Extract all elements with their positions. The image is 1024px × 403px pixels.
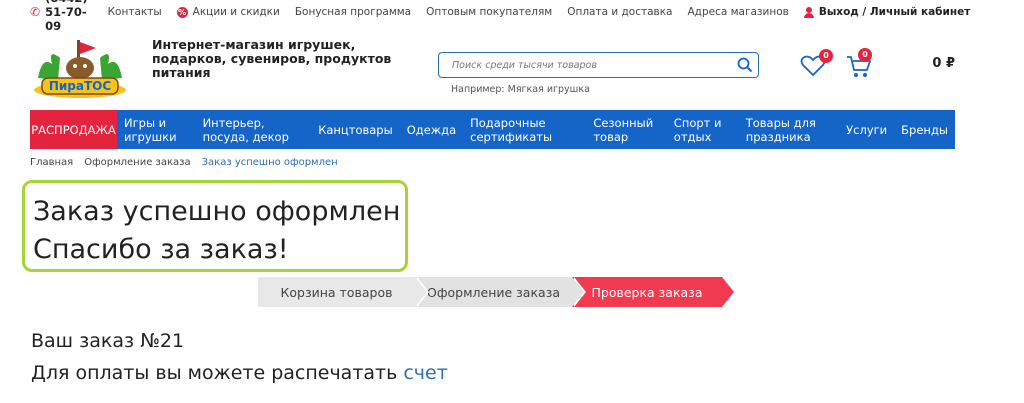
main-nav: РАСПРОДАЖА Игры и игрушки Интерьер, посу… <box>30 110 955 149</box>
logo-wordmark: ПираТОС <box>49 79 112 93</box>
login-label: Выход / Личный кабинет <box>818 6 971 18</box>
cart-count-badge: 0 <box>858 48 872 62</box>
search-example: Например: Мягкая игрушка <box>451 84 590 95</box>
search-input[interactable] <box>439 54 732 76</box>
phone-icon: ✆ <box>30 5 41 19</box>
nav-item-services[interactable]: Услуги <box>839 110 894 149</box>
cart-button[interactable]: 0 <box>845 48 875 80</box>
favorites-button[interactable]: 0 <box>800 49 833 80</box>
link-wholesale[interactable]: Оптовым покупателям <box>426 6 552 18</box>
nav-item-games-toys[interactable]: Игры и игрушки <box>117 110 196 149</box>
nav-item-stationery[interactable]: Канцтовары <box>311 110 400 149</box>
order-success-box: Заказ успешно оформлен Спасибо за заказ! <box>22 180 408 272</box>
step-checkout[interactable]: Оформление заказа <box>415 277 586 307</box>
percent-icon: % <box>176 6 188 18</box>
top-links: Контакты % Акции и скидки Бонусная програ… <box>108 6 804 18</box>
nav-item-sport[interactable]: Спорт и отдых <box>667 110 739 149</box>
nav-item-interior[interactable]: Интерьер, посуда, декор <box>196 110 312 149</box>
search-bar <box>438 52 759 78</box>
step-review-label: Проверка заказа <box>591 284 703 300</box>
link-bonus-program[interactable]: Бонусная программа <box>295 6 411 18</box>
nav-item-gift-certificates[interactable]: Подарочные сертификаты <box>463 110 586 149</box>
phone-number[interactable]: ✆ (8442) 51-70-09 <box>30 0 88 33</box>
step-cart-label: Корзина товаров <box>280 284 393 300</box>
link-promotions-label: Акции и скидки <box>192 6 280 18</box>
nav-item-seasonal[interactable]: Сезонный товар <box>586 110 666 149</box>
favorites-count-badge: 0 <box>819 49 833 63</box>
top-bar: ✆ (8442) 51-70-09 Контакты % Акции и скид… <box>30 0 970 33</box>
link-payment-label: Оплата и доставка <box>567 6 673 18</box>
link-store-addresses[interactable]: Адреса магазинов <box>688 6 789 18</box>
breadcrumb-checkout[interactable]: Оформление заказа <box>84 157 190 168</box>
logout-account-link[interactable]: Выход / Личный кабинет <box>803 6 971 18</box>
nav-item-brands[interactable]: Бренды <box>894 110 955 149</box>
breadcrumb-home[interactable]: Главная <box>30 157 73 168</box>
step-review-active: Проверка заказа <box>572 277 734 307</box>
step-cart[interactable]: Корзина товаров <box>258 277 429 307</box>
link-contacts-label: Контакты <box>107 6 162 18</box>
link-addresses-label: Адреса магазинов <box>687 6 789 18</box>
order-number: Ваш заказ №21 <box>31 330 185 352</box>
search-button[interactable] <box>732 53 758 77</box>
nav-item-clothing[interactable]: Одежда <box>400 110 463 149</box>
cart-total[interactable]: 0 ₽ <box>920 56 955 71</box>
payment-info: Для оплаты вы можете распечатать счет <box>31 362 448 384</box>
phone-text: (8442) 51-70-09 <box>45 0 88 33</box>
page-title: Заказ успешно оформлен <box>33 196 401 227</box>
nav-item-party-goods[interactable]: Товары для праздника <box>739 110 839 149</box>
thank-you-message: Спасибо за заказ! <box>33 234 289 265</box>
logo-icon: ПираТОС <box>34 40 126 98</box>
store-tagline: Интернет-магазин игрушек, подарков, суве… <box>152 37 392 80</box>
user-icon <box>803 6 814 18</box>
search-icon <box>737 57 753 73</box>
breadcrumb: Главная Оформление заказа Заказ успешно … <box>30 157 349 168</box>
link-promotions[interactable]: % Акции и скидки <box>176 6 280 18</box>
link-bonus-label: Бонусная программа <box>294 6 412 18</box>
checkout-steps: Корзина товаров Оформление заказа Провер… <box>258 277 734 307</box>
nav-item-sale[interactable]: РАСПРОДАЖА <box>30 110 117 149</box>
logo[interactable]: ПираТОС <box>30 34 130 100</box>
invoice-link[interactable]: счет <box>403 362 447 384</box>
link-payment-delivery[interactable]: Оплата и доставка <box>567 6 672 18</box>
step-checkout-label: Оформление заказа <box>426 284 560 300</box>
breadcrumb-current: Заказ успешно оформлен <box>201 157 338 168</box>
link-contacts[interactable]: Контакты <box>108 6 162 18</box>
payment-text: Для оплаты вы можете распечатать <box>31 362 398 384</box>
link-wholesale-label: Оптовым покупателям <box>426 6 553 18</box>
